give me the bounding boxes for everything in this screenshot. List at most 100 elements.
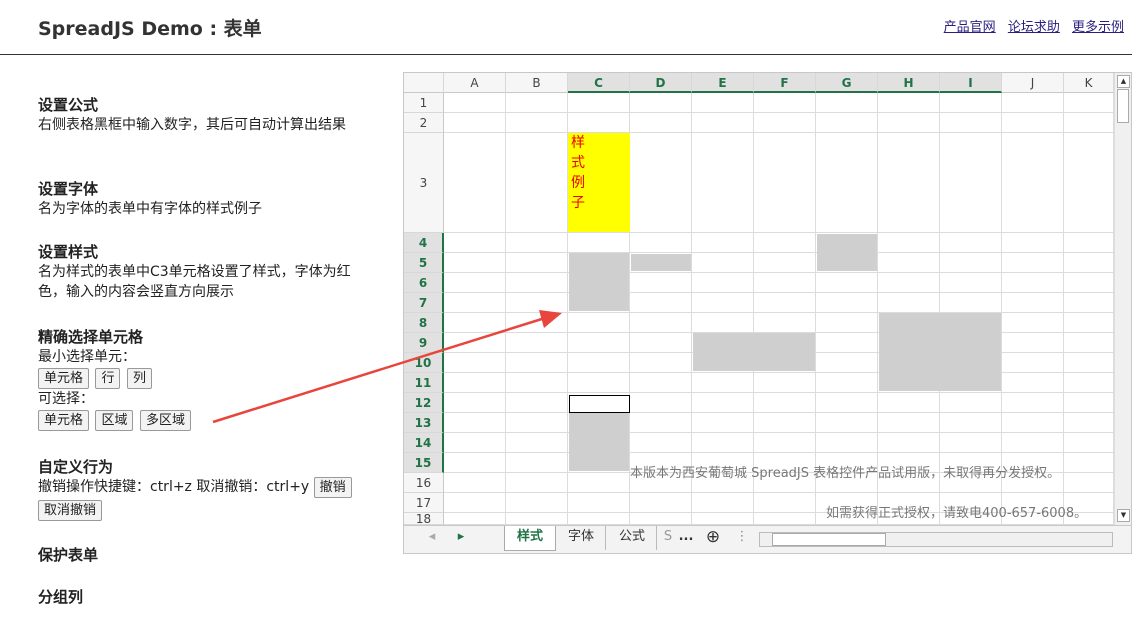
spreadsheet[interactable]: A B C D E F G H I J K 1 2 3 4 5 6 7 8 9 10 11 12 13 14 15 16 17 18 样… [403, 72, 1132, 554]
grid-row-line [444, 132, 1114, 133]
column-header-i[interactable]: I [940, 73, 1002, 93]
selected-range[interactable] [569, 253, 629, 311]
horizontal-scroll-thumb[interactable] [772, 533, 886, 546]
more-tabs-icon[interactable]: ... [676, 526, 696, 550]
row-header-11[interactable]: 11 [404, 373, 444, 393]
scroll-up-icon[interactable]: ▲ [1117, 75, 1130, 88]
section-select: 精确选择单元格 最小选择单元： 单元格 行 列 可选择： 单元格 区域 多区域 [38, 327, 388, 431]
horizontal-scrollbar[interactable] [759, 532, 1113, 547]
grid-row-line [444, 392, 1114, 393]
column-header-d[interactable]: D [630, 73, 692, 93]
vertical-scroll-thumb[interactable] [1117, 89, 1129, 123]
section-behavior: 自定义行为 撤销操作快捷键：ctrl+z 取消撤销：ctrl+y 撤销 取消撤销 [38, 457, 388, 521]
grid-column-line [753, 93, 754, 525]
scroll-down-icon[interactable]: ▼ [1117, 509, 1130, 522]
prev-sheet-icon[interactable]: ◂ [424, 526, 440, 550]
tab-formula[interactable]: 公式 [608, 526, 657, 550]
grid-column-line [1063, 93, 1064, 525]
selected-range[interactable] [631, 254, 691, 271]
row-header-5[interactable]: 5 [404, 253, 444, 273]
grid-column-line [1001, 93, 1002, 525]
styled-char: 样 [571, 135, 585, 151]
page-title: SpreadJS Demo : 表单 [38, 18, 262, 40]
redo-button[interactable]: 取消撤销 [38, 500, 103, 521]
row-header-18[interactable]: 18 [404, 512, 444, 526]
select-multi-range-button[interactable]: 多区域 [139, 410, 191, 431]
undo-button[interactable]: 撤销 [313, 477, 352, 498]
column-header-k[interactable]: K [1064, 73, 1114, 93]
row-header-13[interactable]: 13 [404, 413, 444, 433]
select-range-button[interactable]: 区域 [95, 410, 134, 431]
section-title: 精确选择单元格 [38, 328, 144, 346]
row-header-14[interactable]: 14 [404, 433, 444, 453]
tab-style[interactable]: 样式 [504, 526, 556, 551]
section-formula: 设置公式 右侧表格黑框中输入数字，其后可自动计算出结果 [38, 95, 388, 135]
row-header-12[interactable]: 12 [404, 393, 444, 413]
section-desc: 名为样式的表单中C3单元格设置了样式，字体为红色，输入的内容会竖直方向展示 [38, 264, 351, 300]
row-header-8[interactable]: 8 [404, 313, 444, 333]
styled-char: 式 [571, 155, 585, 171]
styled-char: 例 [571, 175, 585, 191]
column-header-c[interactable]: C [568, 73, 630, 93]
section-title: 保护表单 [38, 546, 99, 564]
tab-partial[interactable]: S [662, 526, 674, 550]
select-cell-button[interactable]: 单元格 [38, 410, 90, 431]
grid-row-line [444, 112, 1114, 113]
add-sheet-icon[interactable]: ⊕ [702, 526, 724, 550]
grid-row-line [444, 252, 1114, 253]
min-select-label: 最小选择单元： [38, 349, 136, 365]
tab-font[interactable]: 字体 [557, 526, 606, 550]
active-cell-c12[interactable] [569, 395, 630, 413]
row-header-17[interactable]: 17 [404, 493, 444, 513]
column-header-b[interactable]: B [506, 73, 568, 93]
column-header-j[interactable]: J [1002, 73, 1064, 93]
select-all-corner[interactable] [404, 73, 444, 93]
column-header-a[interactable]: A [444, 73, 506, 93]
min-cell-button[interactable]: 单元格 [38, 368, 90, 389]
column-header-e[interactable]: E [692, 73, 754, 93]
section-desc: 名为字体的表单中有字体的样式例子 [38, 201, 262, 217]
column-header-f[interactable]: F [754, 73, 816, 93]
grid-row-line [444, 372, 1114, 373]
section-title: 设置字体 [38, 180, 99, 198]
section-protect: 保护表单 [38, 545, 388, 565]
optional-select-label: 可选择： [38, 391, 94, 407]
grid-row-line [444, 312, 1114, 313]
row-header-6[interactable]: 6 [404, 273, 444, 293]
more-examples-link[interactable]: 更多示例 [1072, 20, 1124, 35]
min-column-button[interactable]: 列 [126, 368, 152, 389]
grid-column-line [691, 93, 692, 525]
row-header-15[interactable]: 15 [404, 453, 444, 473]
vertical-scrollbar[interactable]: ▲ ▼ [1114, 73, 1131, 525]
grid-column-line [939, 93, 940, 525]
column-header-g[interactable]: G [816, 73, 878, 93]
selected-range[interactable] [879, 313, 1001, 391]
section-title: 设置样式 [38, 243, 99, 261]
row-header-10[interactable]: 10 [404, 353, 444, 373]
next-sheet-icon[interactable]: ▸ [453, 526, 469, 550]
selected-range[interactable] [569, 413, 629, 471]
column-header-h[interactable]: H [878, 73, 940, 93]
grid-row-line [444, 432, 1114, 433]
watermark-line1: 本版本为西安葡萄城 SpreadJS 表格控件产品试用版，未取得再分发授权。 [630, 466, 1061, 481]
watermark-line2: 如需获得正式授权，请致电400-657-6008。 [826, 506, 1088, 521]
top-links: 产品官网 论坛求助 更多示例 [936, 16, 1124, 35]
tab-menu-icon[interactable]: ⋮ [734, 526, 750, 550]
selected-range[interactable] [817, 234, 877, 271]
row-header-16[interactable]: 16 [404, 473, 444, 493]
undo-shortcut-text: 撤销操作快捷键：ctrl+z 取消撤销：ctrl+y [38, 479, 310, 495]
styled-cell-c3[interactable]: 样 式 例 子 [568, 133, 630, 232]
section-font: 设置字体 名为字体的表单中有字体的样式例子 [38, 179, 388, 219]
row-header-4[interactable]: 4 [404, 233, 444, 253]
forum-help-link[interactable]: 论坛求助 [1008, 20, 1060, 35]
selected-range[interactable] [693, 333, 815, 371]
section-title: 自定义行为 [38, 458, 114, 476]
row-header-2[interactable]: 2 [404, 113, 444, 133]
min-row-button[interactable]: 行 [95, 368, 121, 389]
row-header-3[interactable]: 3 [404, 133, 444, 233]
grid-row-line [444, 412, 1114, 413]
product-site-link[interactable]: 产品官网 [944, 20, 996, 35]
row-header-7[interactable]: 7 [404, 293, 444, 313]
row-header-1[interactable]: 1 [404, 93, 444, 113]
row-header-9[interactable]: 9 [404, 333, 444, 353]
